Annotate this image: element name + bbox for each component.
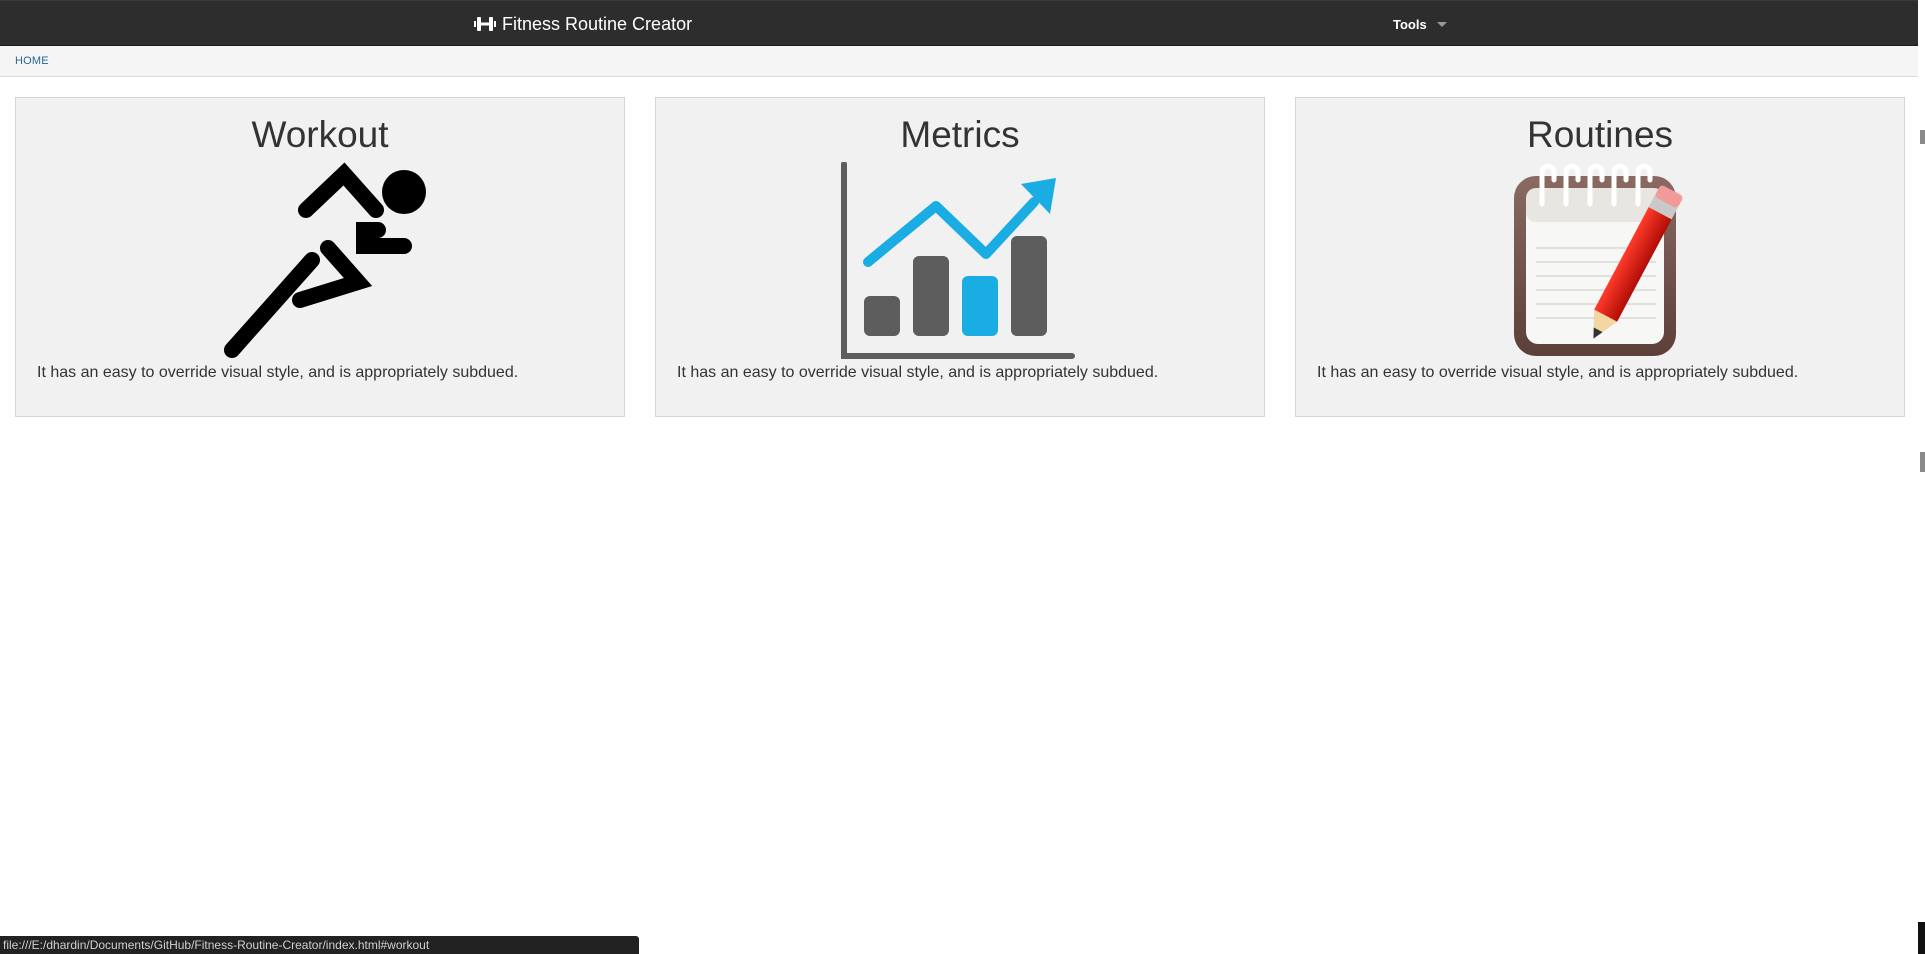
window-corner bbox=[1918, 922, 1925, 954]
breadcrumb: HOME bbox=[0, 46, 1918, 77]
tools-menu-label: Tools bbox=[1393, 16, 1427, 32]
scrollbar-thumb[interactable] bbox=[1920, 130, 1925, 144]
card-description: It has an easy to override visual style,… bbox=[677, 364, 1159, 381]
notepad-pencil-icon bbox=[1510, 162, 1690, 367]
card-description: It has an easy to override visual style,… bbox=[37, 364, 519, 381]
workout-card[interactable]: Workout It has an easy to override visua… bbox=[15, 97, 625, 417]
card-title: Routines bbox=[1526, 114, 1674, 155]
app-title: Fitness Routine Creator bbox=[502, 13, 693, 34]
caret-down-icon bbox=[1436, 22, 1447, 27]
dumbbell-icon bbox=[474, 16, 496, 32]
scrollbar-marker bbox=[1920, 452, 1925, 472]
card-title: Metrics bbox=[900, 114, 1020, 155]
metrics-card[interactable]: Metrics It has an easy to override visua… bbox=[655, 97, 1265, 417]
card-title: Workout bbox=[251, 114, 389, 155]
runner-icon bbox=[216, 162, 436, 367]
top-navbar: Fitness Routine Creator Tools bbox=[0, 0, 1918, 46]
routines-card[interactable]: Routines It has an easy to override visu… bbox=[1295, 97, 1905, 417]
tools-menu[interactable]: Tools bbox=[1393, 15, 1447, 33]
card-description: It has an easy to override visual style,… bbox=[1317, 364, 1799, 381]
breadcrumb-home-link[interactable]: HOME bbox=[15, 55, 49, 67]
growth-chart-icon bbox=[836, 161, 1086, 367]
brand-link[interactable]: Fitness Routine Creator bbox=[474, 13, 692, 35]
status-url-bar: file:///E:/dhardin/Documents/GitHub/Fitn… bbox=[0, 936, 639, 954]
